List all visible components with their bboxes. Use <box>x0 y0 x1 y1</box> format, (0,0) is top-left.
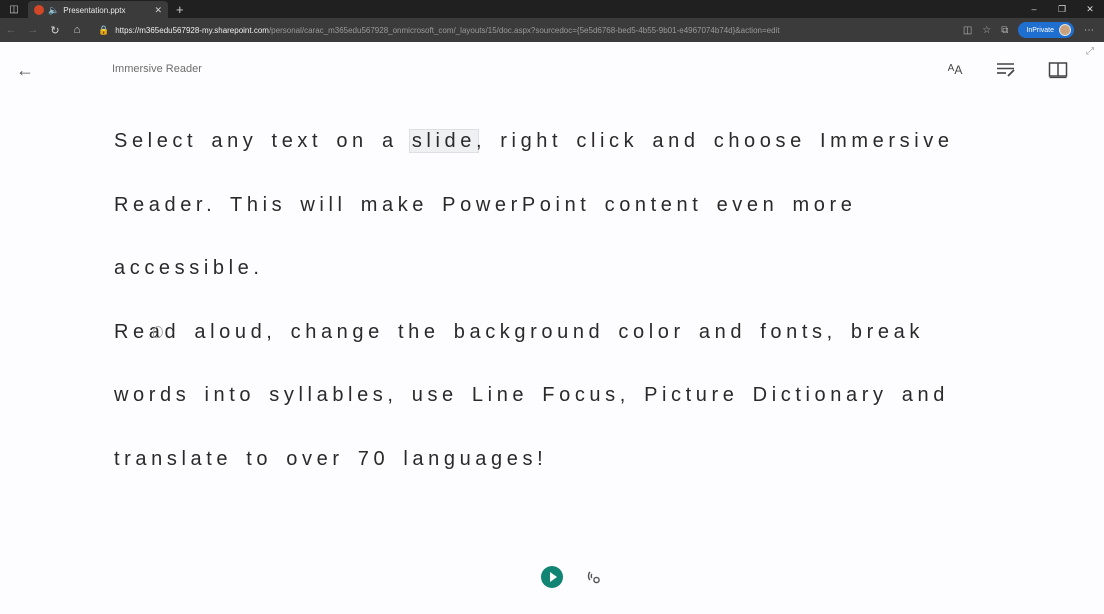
inprivate-badge[interactable]: InPrivate <box>1018 22 1074 38</box>
paragraph-1-text-b: , right click and choose Immersive Reade… <box>114 130 954 279</box>
more-options-icon[interactable]: ⋯ <box>1084 25 1094 36</box>
powerpoint-favicon-icon <box>34 5 44 15</box>
text-preferences-icon[interactable]: AA <box>944 59 966 81</box>
expand-icon[interactable]: ⤢ <box>1086 46 1094 57</box>
forward-nav-icon[interactable]: → <box>22 24 44 36</box>
voice-settings-glyph <box>587 571 600 584</box>
speaker-icon[interactable]: 🔈 <box>48 5 59 16</box>
browser-tab[interactable]: 🔈 Presentation.pptx ✕ <box>28 1 168 19</box>
lock-icon[interactable]: 🔒 <box>98 25 109 36</box>
reader-title: Immersive Reader <box>112 63 202 75</box>
read-aloud-icon[interactable]: ◫ <box>963 25 972 36</box>
url-field[interactable]: https://m365edu567928-my.sharepoint.com/… <box>115 26 779 35</box>
favorites-star-icon[interactable]: ☆ <box>982 25 991 36</box>
minimize-button[interactable]: – <box>1020 4 1048 15</box>
back-nav-icon[interactable]: ← <box>0 24 22 36</box>
url-scheme: https:// <box>115 25 140 35</box>
text-size-glyph: AA <box>947 63 963 77</box>
reader-content: Select any text on a slide, right click … <box>114 110 984 491</box>
refresh-icon[interactable]: ↻ <box>44 24 66 37</box>
grammar-lines-glyph <box>997 63 1015 77</box>
close-tab-icon[interactable]: ✕ <box>154 5 162 16</box>
paragraph-1-text-a: Select any text on a <box>114 130 412 152</box>
paragraph-2-text: Read aloud, change the background color … <box>114 320 949 470</box>
paragraph-1[interactable]: Select any text on a slide, right click … <box>114 110 984 301</box>
browser-titlebar: ◫ 🔈 Presentation.pptx ✕ + – ❐ ✕ <box>0 0 1104 19</box>
tab-actions-button[interactable]: ◫ <box>0 0 28 18</box>
play-button[interactable] <box>541 566 563 588</box>
book-glyph <box>1048 62 1068 79</box>
url-host: m365edu567928-my.sharepoint.com <box>139 25 269 35</box>
close-window-button[interactable]: ✕ <box>1076 4 1104 15</box>
paragraph-2[interactable]: Read aloud, change the background color … <box>114 301 984 492</box>
inprivate-label: InPrivate <box>1026 26 1054 34</box>
collections-icon[interactable]: ⧉ <box>1001 25 1008 36</box>
address-bar-row: ← → ↻ ⌂ 🔒 https://m365edu567928-my.share… <box>0 18 1104 42</box>
reading-preferences-icon[interactable] <box>1047 59 1069 81</box>
profile-avatar <box>1059 24 1071 36</box>
window-controls: – ❐ ✕ <box>1020 4 1104 15</box>
maximize-button[interactable]: ❐ <box>1048 4 1076 15</box>
url-path: /personal/carac_m365edu567928_onmicrosof… <box>268 25 780 35</box>
grammar-options-icon[interactable] <box>995 59 1017 81</box>
back-arrow-icon[interactable]: ← <box>16 60 36 80</box>
tab-title: Presentation.pptx <box>63 5 126 15</box>
voice-settings-icon[interactable] <box>586 569 602 585</box>
mouse-cursor-icon <box>153 326 163 338</box>
home-icon[interactable]: ⌂ <box>66 24 88 36</box>
play-icon <box>549 572 557 582</box>
new-tab-button[interactable]: + <box>176 2 184 17</box>
highlighted-word[interactable]: slide <box>408 129 479 153</box>
immersive-reader: ← Immersive Reader ⤢ AA Select any text … <box>0 42 1104 614</box>
